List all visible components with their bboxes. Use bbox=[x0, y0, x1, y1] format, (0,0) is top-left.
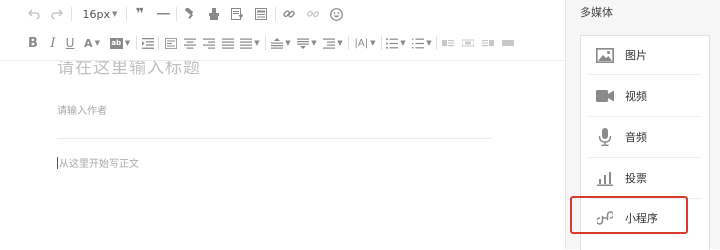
media-sidebar: 多媒体 图片 视频 音频 投票 小程序 bbox=[565, 0, 720, 250]
chevron-down-icon: ▼ bbox=[370, 39, 376, 47]
emoji-icon[interactable] bbox=[329, 5, 343, 23]
clear-format-icon[interactable] bbox=[207, 5, 221, 23]
toolbar-row-2: B I U A ▼ ab ▼ ▼ ▼ ▼ ▼ |A| ▼ ▼ ▼ bbox=[0, 29, 565, 57]
image-layout-right-icon[interactable] bbox=[481, 34, 495, 52]
author-divider bbox=[57, 138, 492, 139]
chevron-down-icon: ▼ bbox=[254, 39, 260, 47]
sidebar-item-audio[interactable]: 音频 bbox=[581, 118, 709, 156]
image-layout-center-icon[interactable] bbox=[461, 34, 475, 52]
horizontal-rule-icon[interactable] bbox=[156, 5, 170, 23]
italic-icon[interactable]: I bbox=[48, 34, 58, 52]
format-painter-icon[interactable] bbox=[183, 5, 197, 23]
media-panel: 图片 视频 音频 投票 小程序 bbox=[580, 35, 710, 250]
font-size-value: 16px bbox=[82, 7, 111, 21]
ordered-list-icon[interactable]: ▼ bbox=[411, 34, 433, 52]
toolbar-separator bbox=[136, 36, 137, 50]
unordered-list-icon[interactable]: ▼ bbox=[385, 34, 407, 52]
sidebar-item-label: 视频 bbox=[625, 90, 647, 103]
line-height-icon[interactable]: ▼ bbox=[239, 34, 261, 52]
microphone-icon bbox=[585, 128, 625, 146]
chevron-down-icon: ▼ bbox=[400, 39, 406, 47]
letter-spacing-icon[interactable]: |A| ▼ bbox=[352, 34, 378, 52]
toolbar-separator bbox=[158, 36, 159, 50]
chevron-down-icon: ▼ bbox=[311, 39, 317, 47]
indent-icon[interactable] bbox=[141, 34, 155, 52]
image-icon bbox=[585, 47, 625, 63]
toolbar-separator bbox=[348, 36, 349, 50]
font-size-select[interactable]: 16px ▼ bbox=[80, 5, 120, 23]
editor-toolbar: 16px ▼ ❞ B I U A ▼ ab ▼ ▼ ▼ ▼ ▼ |A| ▼ ▼ … bbox=[0, 0, 565, 61]
divider bbox=[589, 74, 701, 75]
toolbar-row-1: 16px ▼ ❞ bbox=[0, 0, 565, 28]
divider bbox=[589, 157, 701, 158]
chevron-down-icon: ▼ bbox=[94, 39, 100, 47]
sidebar-item-image[interactable]: 图片 bbox=[581, 36, 709, 74]
toolbar-separator bbox=[126, 7, 127, 21]
bold-icon[interactable]: B bbox=[27, 34, 39, 52]
font-color-icon[interactable]: A ▼ bbox=[82, 34, 102, 52]
image-layout-left-icon[interactable] bbox=[441, 34, 455, 52]
chevron-down-icon: ▼ bbox=[337, 39, 343, 47]
video-icon bbox=[585, 90, 625, 102]
undo-icon[interactable] bbox=[27, 5, 41, 23]
sidebar-item-poll[interactable]: 投票 bbox=[581, 159, 709, 197]
sidebar-item-label: 小程序 bbox=[625, 212, 658, 225]
body-placeholder: 从这里开始写正文 bbox=[59, 159, 139, 170]
sidebar-item-label: 音频 bbox=[625, 131, 647, 144]
insert-table-icon[interactable] bbox=[254, 5, 268, 23]
paragraph-spacing-after-icon[interactable]: ▼ bbox=[296, 34, 318, 52]
toolbar-separator bbox=[71, 7, 72, 21]
unlink-icon[interactable] bbox=[306, 5, 320, 23]
poll-chart-icon bbox=[585, 171, 625, 186]
chevron-down-icon: ▼ bbox=[426, 39, 432, 47]
justify-icon[interactable] bbox=[221, 34, 235, 52]
align-left-icon[interactable] bbox=[164, 34, 178, 52]
paragraph-indent-icon[interactable]: ▼ bbox=[322, 34, 344, 52]
sidebar-item-mini-program[interactable]: 小程序 bbox=[581, 199, 709, 237]
toolbar-separator bbox=[436, 36, 437, 50]
redo-icon[interactable] bbox=[50, 5, 64, 23]
text-cursor bbox=[57, 157, 58, 169]
toolbar-separator bbox=[176, 7, 177, 21]
underline-icon[interactable]: U bbox=[64, 34, 76, 52]
body-input[interactable]: 从这里开始写正文 bbox=[57, 155, 492, 173]
toolbar-separator bbox=[265, 36, 266, 50]
link-icon[interactable] bbox=[282, 5, 296, 23]
image-layout-full-icon[interactable] bbox=[501, 34, 515, 52]
divider bbox=[589, 116, 701, 117]
author-input[interactable]: 请输入作者 bbox=[57, 102, 492, 120]
sidebar-item-video[interactable]: 视频 bbox=[581, 77, 709, 115]
editor-area: 16px ▼ ❞ B I U A ▼ ab ▼ ▼ ▼ ▼ ▼ |A| ▼ ▼ … bbox=[0, 0, 565, 249]
chevron-down-icon: ▼ bbox=[112, 10, 118, 18]
toolbar-separator bbox=[275, 7, 276, 21]
blockquote-icon[interactable]: ❞ bbox=[133, 5, 147, 23]
chevron-down-icon: ▼ bbox=[124, 39, 131, 47]
toolbar-separator bbox=[381, 36, 382, 50]
sidebar-item-label: 投票 bbox=[625, 172, 647, 185]
sidebar-item-label: 图片 bbox=[625, 49, 647, 62]
chevron-down-icon: ▼ bbox=[285, 39, 291, 47]
insert-template-icon[interactable] bbox=[230, 5, 244, 23]
background-color-icon[interactable]: ab ▼ bbox=[108, 34, 132, 52]
paragraph-spacing-before-icon[interactable]: ▼ bbox=[270, 34, 292, 52]
align-center-icon[interactable] bbox=[183, 34, 197, 52]
align-right-icon[interactable] bbox=[202, 34, 216, 52]
mini-program-icon bbox=[585, 210, 625, 226]
sidebar-title: 多媒体 bbox=[580, 6, 613, 19]
